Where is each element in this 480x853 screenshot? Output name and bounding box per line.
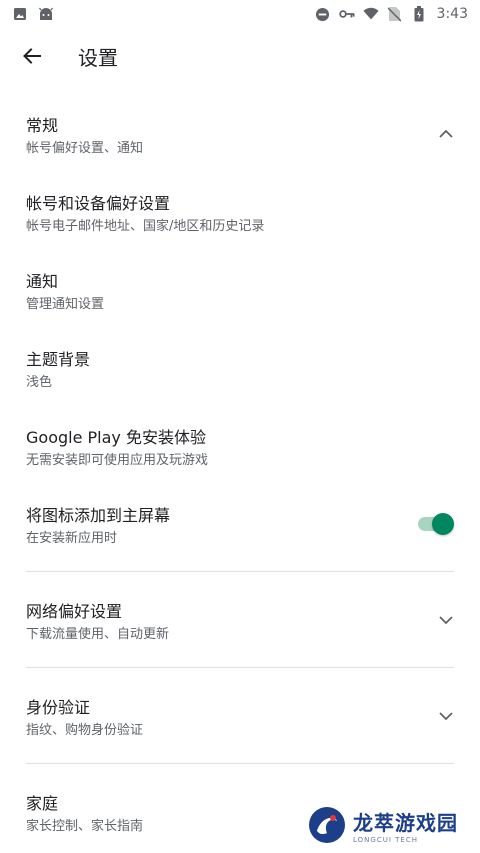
settings-item-subtitle: 下载流量使用、自动更新 — [26, 627, 170, 642]
settings-item-network[interactable]: 网络偏好设置 下载流量使用、自动更新 — [0, 596, 480, 656]
settings-item-add-home-icon[interactable]: 将图标添加到主屏幕 在安装新应用时 — [0, 500, 480, 560]
watermark-logo-icon — [309, 807, 345, 843]
watermark-subtitle: LONGCUI TECH — [353, 835, 418, 844]
settings-item-theme[interactable]: 主题背景 浅色 — [0, 344, 480, 404]
settings-item-subtitle: 帐号电子邮件地址、国家/地区和历史记录 — [26, 219, 265, 234]
settings-item-general[interactable]: 常规 帐号偏好设置、通知 — [0, 110, 480, 170]
settings-item-title: 通知 — [26, 272, 59, 291]
do-not-disturb-icon — [315, 6, 331, 22]
settings-item-title: 帐号和设备偏好设置 — [26, 194, 171, 213]
settings-item-subtitle: 管理通知设置 — [26, 297, 105, 312]
page-title: 设置 — [78, 45, 118, 70]
android-icon — [38, 6, 54, 22]
settings-item-account[interactable]: 帐号和设备偏好设置 帐号电子邮件地址、国家/地区和历史记录 — [0, 188, 480, 248]
vpn-key-icon — [338, 6, 355, 22]
settings-item-subtitle: 家长控制、家长指南 — [26, 819, 144, 834]
toggle-thumb — [432, 513, 454, 535]
settings-item-title: 常规 — [26, 116, 59, 135]
app-bar: 设置 — [0, 28, 480, 84]
status-time: 3:43 — [436, 6, 468, 22]
status-bar: 3:43 — [0, 0, 480, 28]
settings-item-subtitle: 帐号偏好设置、通知 — [26, 141, 144, 156]
no-sim-icon — [387, 6, 403, 22]
divider — [26, 667, 454, 668]
settings-item-subtitle: 指纹、购物身份验证 — [26, 723, 144, 738]
chevron-down-icon — [436, 610, 456, 630]
settings-item-subtitle: 无需安装即可使用应用及玩游戏 — [26, 453, 209, 468]
settings-item-title: 家庭 — [26, 794, 59, 813]
settings-item-title: 身份验证 — [26, 698, 91, 717]
battery-icon — [411, 6, 427, 22]
divider — [26, 763, 454, 764]
settings-item-instant-apps[interactable]: Google Play 免安装体验 无需安装即可使用应用及玩游戏 — [0, 422, 480, 482]
chevron-up-icon — [436, 124, 456, 144]
settings-item-title: 将图标添加到主屏幕 — [26, 506, 171, 525]
divider — [26, 571, 454, 572]
watermark: 龙萃游戏园 LONGCUI TECH — [307, 805, 458, 845]
settings-item-title: 主题背景 — [26, 350, 91, 369]
wifi-icon — [362, 6, 379, 22]
settings-item-title: Google Play 免安装体验 — [26, 428, 206, 447]
chevron-down-icon — [436, 706, 456, 726]
watermark-text: 龙萃游戏园 LONGCUI TECH — [353, 807, 458, 844]
settings-item-authentication[interactable]: 身份验证 指纹、购物身份验证 — [0, 692, 480, 752]
watermark-title: 龙萃游戏园 — [353, 810, 458, 835]
settings-item-notifications[interactable]: 通知 管理通知设置 — [0, 266, 480, 326]
settings-item-title: 网络偏好设置 — [26, 602, 123, 621]
status-bar-right: 3:43 — [315, 6, 468, 22]
settings-item-subtitle: 在安装新应用时 — [26, 531, 118, 546]
status-bar-left — [12, 6, 54, 22]
arrow-back-icon — [23, 48, 41, 64]
add-home-icon-toggle[interactable] — [416, 513, 454, 535]
image-icon — [12, 6, 28, 22]
back-button[interactable] — [8, 32, 56, 80]
settings-item-subtitle: 浅色 — [26, 375, 53, 390]
